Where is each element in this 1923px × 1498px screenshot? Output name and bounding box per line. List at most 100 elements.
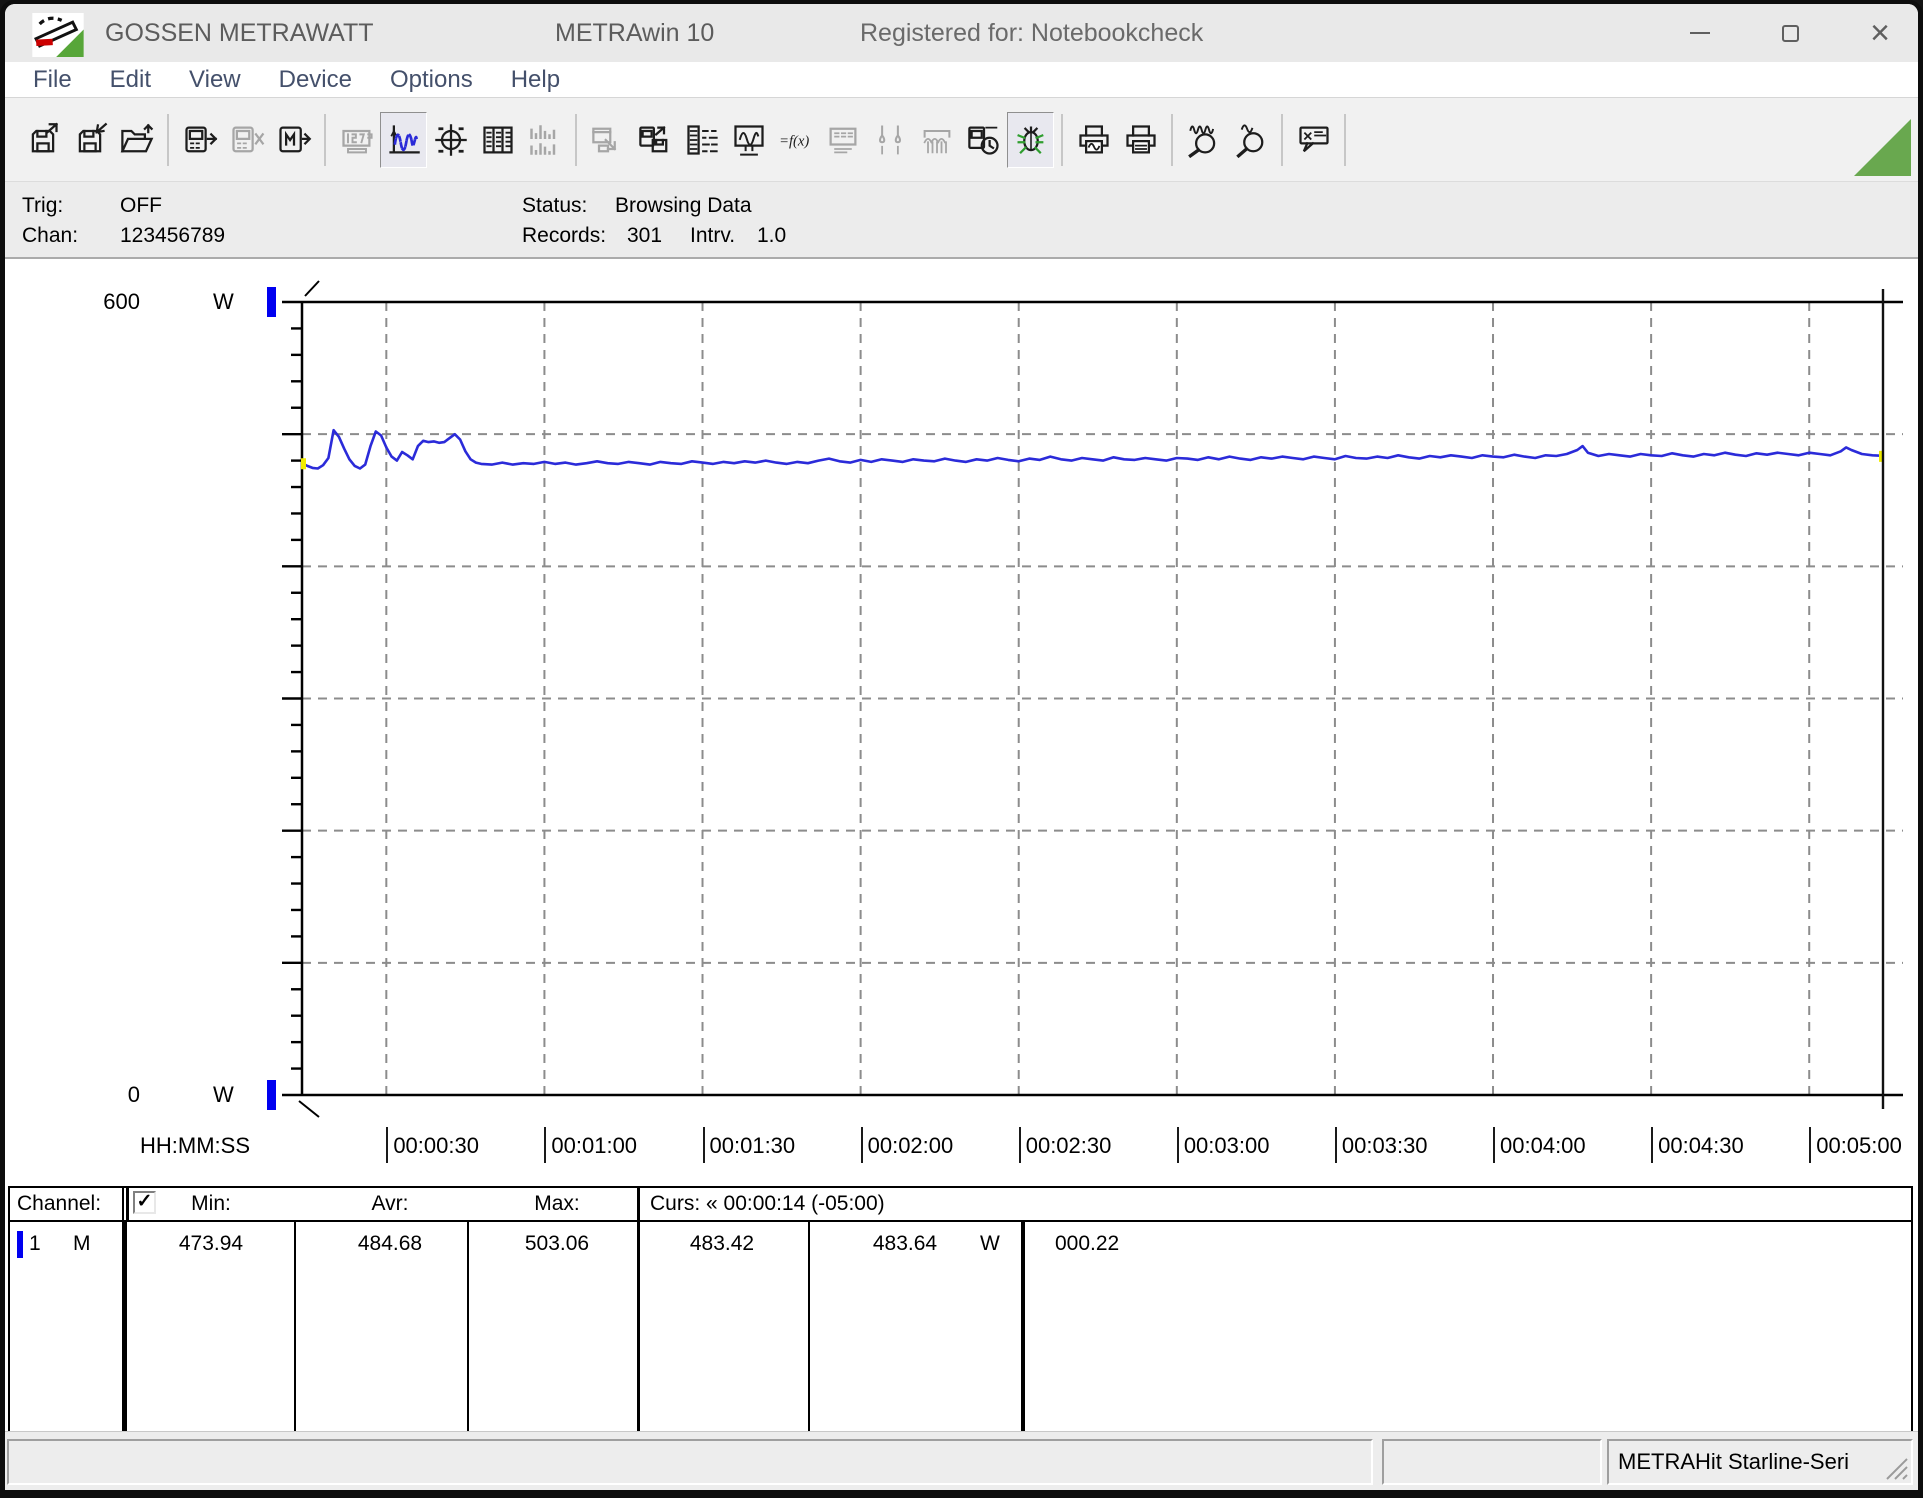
row-cursor-unit: W [980, 1232, 1000, 1255]
row-channel-mode: M [73, 1232, 91, 1255]
titlebar: GOSSEN METRAWATT METRAwin 10 Registered … [5, 4, 1918, 62]
x-tick [702, 1127, 705, 1163]
device-display-button [819, 112, 866, 168]
trend-chart-panel[interactable]: 600 W 0 W HH:MM:SS 00:00:30 00:01:00 00:01… [5, 257, 1918, 1184]
read-device-321-button[interactable] [176, 112, 223, 168]
row-min-value: 473.94 [178, 1232, 244, 1255]
table-border [8, 1186, 10, 1222]
toolbar-corner-triangle-icon [1854, 119, 1911, 176]
channel1-row-marker [17, 1231, 23, 1258]
channel-list-button[interactable] [678, 112, 725, 168]
load-file-button[interactable] [19, 112, 66, 168]
table-border [294, 1222, 296, 1431]
lcd-segments-icon [829, 127, 856, 153]
toolbar-separator [1061, 113, 1063, 166]
statusbar-panel-main [7, 1439, 1373, 1485]
zoom-out-button[interactable] [1227, 112, 1274, 168]
x-tick [860, 1127, 863, 1163]
window-arrow-icon [591, 127, 616, 152]
table-view-button[interactable] [474, 112, 521, 168]
print-button[interactable] [1117, 112, 1164, 168]
table-border [637, 1186, 640, 1222]
x-tick-label: 00:03:30 [1341, 1133, 1428, 1158]
table-border [8, 1186, 1913, 1188]
trend-wave-icon [388, 124, 420, 153]
statusbar: METRAHit Starline-Seri [5, 1431, 1918, 1490]
x-tick [386, 1127, 389, 1163]
maximize-button[interactable] [1766, 11, 1814, 55]
save-file-button[interactable] [66, 112, 113, 168]
trend-plot[interactable] [5, 259, 1918, 1186]
header-cursor: Curs: « 00:00:14 (-05:00) [650, 1192, 885, 1215]
x-tick [544, 1127, 547, 1163]
x-tick-label: 00:02:00 [867, 1133, 954, 1158]
app-logo-icon [27, 13, 89, 57]
x-tick [1809, 1127, 1812, 1163]
monitor-view-button[interactable] [725, 112, 772, 168]
timer-button[interactable] [960, 112, 1007, 168]
speech-bubble-icon [1298, 126, 1329, 152]
formula-button[interactable]: =f(x) [772, 112, 819, 168]
lcd-display-icon [341, 129, 373, 153]
cursor-view-button[interactable] [427, 112, 474, 168]
close-button[interactable]: × [1856, 11, 1904, 55]
menu-edit[interactable]: Edit [96, 63, 165, 97]
table-border [126, 1186, 129, 1222]
row-cursor-b-value: 483.64 [872, 1232, 938, 1255]
bridge-icon [922, 129, 950, 153]
row-max-value: 503.06 [524, 1232, 590, 1255]
probe-config-button [866, 112, 913, 168]
menu-options[interactable]: Options [376, 63, 487, 97]
toolbar-separator [575, 113, 577, 166]
histogram-icon [529, 124, 555, 155]
device-disconnect-button [223, 112, 270, 168]
row-delta-value: 000.22 [1055, 1232, 1120, 1255]
table-border [467, 1222, 469, 1431]
status-label: Status: [522, 194, 588, 217]
hint-button[interactable] [1290, 112, 1337, 168]
channel-list-icon [686, 124, 718, 155]
device-clock-icon [967, 126, 999, 155]
read-device-m-button[interactable] [270, 112, 317, 168]
device-model-label: METRAHit Starline-Seri [1618, 1449, 1850, 1474]
x-tick [1176, 1127, 1179, 1163]
x-tick [1334, 1127, 1337, 1163]
x-tick-label: 00:04:30 [1658, 1133, 1744, 1158]
zoom-in-button[interactable] [1180, 112, 1227, 168]
open-file-button[interactable] [113, 112, 160, 168]
device-arrow-icon [184, 126, 217, 152]
minimize-button[interactable] [1676, 11, 1724, 55]
magnifier-wave-icon [1187, 125, 1215, 158]
header-max: Max: [534, 1192, 580, 1215]
menu-view[interactable]: View [175, 63, 255, 97]
interval-value: 1.0 [757, 224, 787, 247]
row-channel-number: 1 [29, 1232, 41, 1255]
device-store-button[interactable] [631, 112, 678, 168]
printer-wave-icon [1078, 124, 1109, 153]
resize-grip[interactable] [1883, 1455, 1909, 1481]
chan-value: 123456789 [120, 224, 226, 247]
x-tick-label: 00:01:30 [709, 1133, 796, 1158]
debug-button[interactable] [1007, 111, 1054, 168]
floppy-out-icon [31, 122, 58, 152]
trend-view-button[interactable] [380, 111, 427, 168]
menu-help[interactable]: Help [497, 63, 574, 97]
device-store-icon [638, 125, 667, 152]
x-tick [1018, 1127, 1021, 1163]
x-tick-label: 00:02:30 [1025, 1133, 1112, 1158]
records-label: Records: [522, 224, 607, 247]
row-avr-value: 484.68 [357, 1232, 423, 1255]
status-value: Browsing Data [615, 194, 752, 217]
numeric-display-view-button [333, 112, 380, 168]
table-border [1911, 1222, 1913, 1431]
menubar: File Edit View Device Options Help [5, 62, 1918, 97]
magnifier-icon [1235, 123, 1263, 158]
menu-device[interactable]: Device [265, 63, 366, 97]
close-icon: × [1870, 14, 1890, 52]
toolbar-separator [167, 113, 169, 166]
menu-file[interactable]: File [19, 63, 86, 97]
formula-icon: =f(x) [779, 133, 809, 149]
print-preview-button[interactable] [1070, 112, 1117, 168]
table-border [808, 1222, 810, 1431]
x-tick [1493, 1127, 1496, 1163]
